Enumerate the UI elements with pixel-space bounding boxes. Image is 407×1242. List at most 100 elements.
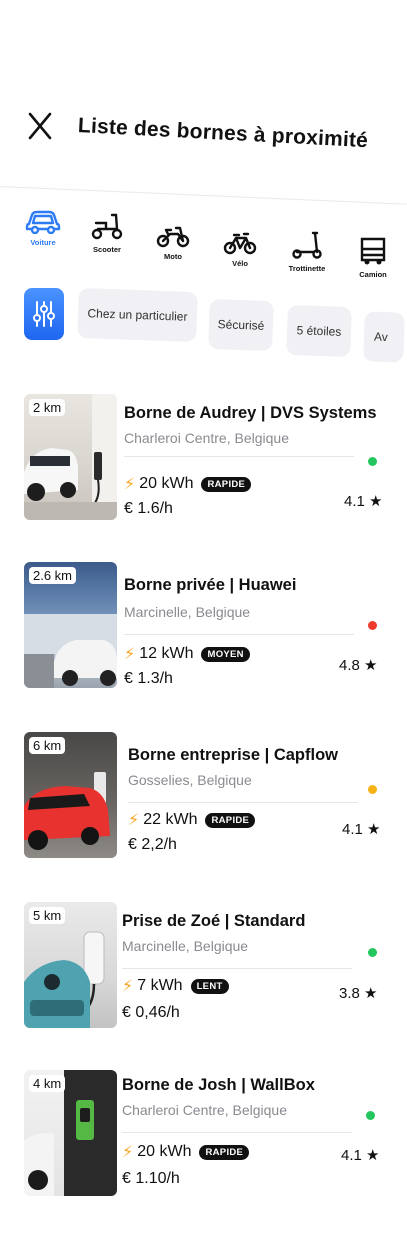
vehicle-tab-trottinette[interactable]: Trottinette bbox=[282, 230, 332, 273]
vehicle-tab-label: Camion bbox=[359, 270, 387, 279]
filter-chip-more[interactable]: Av bbox=[363, 311, 405, 363]
status-dot bbox=[368, 621, 377, 630]
station-power: ⚡ 22 kWh RAPIDE bbox=[128, 810, 256, 830]
star-icon: ★ bbox=[366, 1147, 380, 1164]
scooter-icon bbox=[91, 213, 123, 240]
station-photo: 5 km bbox=[24, 902, 117, 1028]
status-dot bbox=[368, 948, 377, 957]
station-name: Prise de Zoé | Standard bbox=[122, 912, 306, 930]
filter-chip-particulier[interactable]: Chez un particulier bbox=[77, 287, 198, 343]
vehicle-tab-label: Voiture bbox=[30, 238, 56, 247]
star-icon: ★ bbox=[369, 493, 383, 510]
close-button[interactable] bbox=[26, 108, 54, 144]
speed-badge: RAPIDE bbox=[199, 1144, 250, 1160]
status-dot bbox=[368, 457, 377, 466]
station-power: ⚡ 12 kWh MOYEN bbox=[124, 644, 250, 664]
rating-value: 4.1 bbox=[344, 493, 365, 510]
station-rating: 4.1 ★ bbox=[344, 492, 382, 510]
distance-badge: 2.6 km bbox=[29, 567, 77, 584]
station-name: Borne de Josh | WallBox bbox=[122, 1076, 315, 1094]
lightning-icon: ⚡ bbox=[122, 1144, 134, 1161]
kick-scooter-icon bbox=[292, 231, 322, 259]
filter-settings-button[interactable] bbox=[24, 288, 64, 340]
star-icon: ★ bbox=[364, 985, 378, 1002]
vehicle-tab-camion[interactable]: Camion bbox=[348, 236, 398, 279]
station-power: ⚡ 7 kWh LENT bbox=[122, 976, 229, 996]
station-photo: 4 km bbox=[24, 1070, 117, 1196]
lightning-icon: ⚡ bbox=[128, 812, 140, 829]
speed-badge: LENT bbox=[190, 978, 229, 994]
station-location: Gosselies, Belgique bbox=[128, 772, 252, 788]
station-rating: 3.8 ★ bbox=[339, 984, 377, 1002]
power-value: 7 kWh bbox=[137, 977, 183, 994]
distance-badge: 4 km bbox=[29, 1075, 66, 1092]
station-rating: 4.8 ★ bbox=[339, 656, 377, 674]
station-location: Charleroi Centre, Belgique bbox=[122, 1102, 287, 1118]
station-price: € 1.10/h bbox=[122, 1170, 180, 1187]
vehicle-tab-moto[interactable]: Moto bbox=[148, 218, 198, 261]
power-value: 12 kWh bbox=[139, 645, 194, 662]
station-card[interactable]: 2 km Borne de Audrey | DVS Systems Charl… bbox=[24, 394, 384, 524]
rating-value: 4.1 bbox=[341, 1147, 362, 1164]
rating-value: 3.8 bbox=[339, 985, 360, 1002]
motorcycle-icon bbox=[156, 226, 190, 248]
bicycle-icon bbox=[223, 232, 257, 255]
station-photo: 2.6 km bbox=[24, 562, 117, 688]
card-divider bbox=[122, 968, 352, 969]
vehicle-tab-scooter[interactable]: Scooter bbox=[82, 211, 132, 254]
power-value: 20 kWh bbox=[139, 475, 194, 492]
filter-chip-5-etoiles[interactable]: 5 étoiles bbox=[286, 304, 352, 358]
lightning-icon: ⚡ bbox=[122, 978, 134, 995]
station-location: Marcinelle, Belgique bbox=[122, 938, 249, 954]
station-name: Borne privée | Huawei bbox=[124, 576, 297, 594]
station-name: Borne de Audrey | DVS Systems bbox=[124, 404, 377, 422]
card-divider bbox=[124, 456, 354, 457]
vehicle-tab-label: Moto bbox=[164, 252, 182, 261]
star-icon: ★ bbox=[364, 657, 378, 674]
station-price: € 1.6/h bbox=[124, 500, 173, 517]
vehicle-tab-label: Trottinette bbox=[288, 264, 326, 273]
distance-badge: 6 km bbox=[29, 737, 66, 754]
station-photo: 6 km bbox=[24, 732, 117, 858]
station-location: Marcinelle, Belgique bbox=[124, 604, 251, 620]
card-divider bbox=[122, 1132, 352, 1133]
star-icon: ★ bbox=[367, 821, 381, 838]
sliders-icon bbox=[33, 301, 55, 327]
station-price: € 0,46/h bbox=[122, 1004, 180, 1021]
station-location: Charleroi Centre, Belgique bbox=[124, 430, 289, 446]
distance-badge: 5 km bbox=[29, 907, 66, 924]
vehicle-tab-velo[interactable]: Vélo bbox=[215, 225, 265, 268]
card-divider bbox=[128, 802, 358, 803]
status-dot bbox=[368, 785, 377, 794]
station-name: Borne entreprise | Capflow bbox=[128, 746, 338, 764]
header: Liste des bornes à proximité bbox=[0, 0, 407, 210]
speed-badge: RAPIDE bbox=[205, 812, 256, 828]
station-card[interactable]: 2.6 km Borne privée | Huawei Marcinelle,… bbox=[24, 562, 384, 692]
vehicle-tab-label: Vélo bbox=[232, 259, 248, 268]
status-dot bbox=[366, 1111, 375, 1120]
station-photo: 2 km bbox=[24, 394, 117, 520]
car-icon bbox=[25, 210, 61, 234]
page-title: Liste des bornes à proximité bbox=[77, 114, 369, 153]
station-power: ⚡ 20 kWh RAPIDE bbox=[122, 1142, 250, 1162]
vehicle-type-selector: Voiture Scooter Moto Vélo Trottinette Ca… bbox=[18, 198, 407, 288]
vehicle-tab-label: Scooter bbox=[93, 245, 121, 254]
rating-value: 4.8 bbox=[339, 657, 360, 674]
card-divider bbox=[124, 634, 354, 635]
station-power: ⚡ 20 kWh RAPIDE bbox=[124, 474, 252, 494]
filter-bar: Chez un particulier Sécurisé 5 étoiles A… bbox=[0, 286, 407, 366]
station-rating: 4.1 ★ bbox=[342, 820, 380, 838]
power-value: 20 kWh bbox=[137, 1143, 192, 1160]
close-icon bbox=[28, 112, 52, 140]
speed-badge: MOYEN bbox=[201, 646, 250, 662]
vehicle-tab-car[interactable]: Voiture bbox=[18, 204, 68, 247]
lightning-icon: ⚡ bbox=[124, 646, 136, 663]
station-card[interactable]: 6 km Borne entreprise | Capflow Gosselie… bbox=[24, 732, 384, 862]
station-card[interactable]: 5 km Prise de Zoé | Standard Marcinelle,… bbox=[24, 902, 384, 1032]
station-card[interactable]: 4 km Borne de Josh | WallBox Charleroi C… bbox=[24, 1070, 384, 1200]
station-rating: 4.1 ★ bbox=[341, 1146, 379, 1164]
speed-badge: RAPIDE bbox=[201, 476, 252, 492]
lightning-icon: ⚡ bbox=[124, 476, 136, 493]
station-price: € 2,2/h bbox=[128, 836, 177, 853]
filter-chip-securise[interactable]: Sécurisé bbox=[208, 298, 274, 352]
